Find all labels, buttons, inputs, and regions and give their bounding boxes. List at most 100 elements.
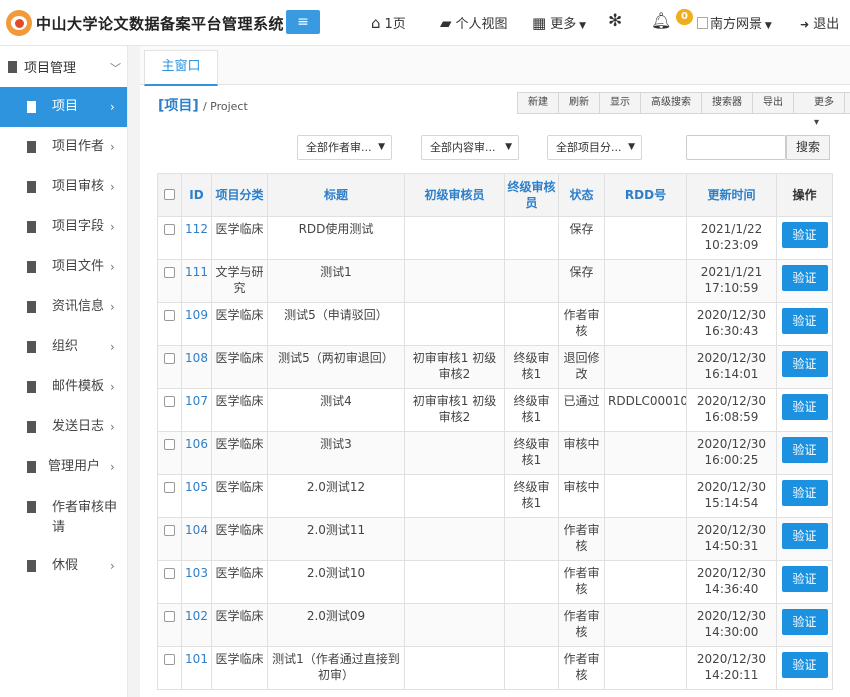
row-id[interactable]: 102 xyxy=(181,603,212,647)
sidebar-scrollbar[interactable] xyxy=(127,46,140,697)
verify-button[interactable]: 验证 xyxy=(781,609,828,635)
chevron-right-icon: › xyxy=(110,460,115,474)
sidebar-item-admin-users[interactable]: 管理用户 › xyxy=(0,447,127,487)
row-final-reviewer xyxy=(504,646,559,690)
more-button[interactable]: 更多 ▾ xyxy=(794,93,850,128)
row-checkbox[interactable] xyxy=(157,302,182,346)
col-final-reviewer[interactable]: 终级审核员 xyxy=(504,173,559,217)
sidebar-item-news[interactable]: 资讯信息 › xyxy=(0,287,127,327)
user-menu[interactable]: 南方网景 ▼ xyxy=(697,13,772,32)
sidebar-item-project-review[interactable]: 项目审核 › xyxy=(0,167,127,207)
display-button[interactable]: 显示 xyxy=(600,93,641,113)
col-rdd[interactable]: RDD号 xyxy=(604,173,687,217)
university-logo-icon xyxy=(6,10,32,36)
verify-button[interactable]: 验证 xyxy=(781,394,828,420)
row-final-reviewer: 终级审核1 xyxy=(504,474,559,518)
col-first-reviewer[interactable]: 初级审核员 xyxy=(404,173,505,217)
bell-icon[interactable]: 🔔︎ xyxy=(651,11,671,30)
row-checkbox[interactable] xyxy=(157,474,182,518)
row-final-reviewer xyxy=(504,517,559,561)
col-update-time[interactable]: 更新时间 xyxy=(686,173,777,217)
row-status: 作者审核 xyxy=(558,302,605,346)
verify-button[interactable]: 验证 xyxy=(781,308,828,334)
content-review-filter[interactable]: 全部内容审... ▼ xyxy=(421,135,519,160)
row-rdd xyxy=(604,302,687,346)
row-id[interactable]: 103 xyxy=(181,560,212,604)
row-action: 验证 xyxy=(776,474,833,518)
verify-button[interactable]: 验证 xyxy=(781,351,828,377)
tab-main-window[interactable]: 主窗口 xyxy=(144,50,218,86)
chevron-down-icon: ▼ xyxy=(762,21,772,31)
verify-button[interactable]: 验证 xyxy=(781,566,828,592)
col-id[interactable]: ID xyxy=(181,173,212,217)
col-status[interactable]: 状态 xyxy=(558,173,605,217)
row-id[interactable]: 105 xyxy=(181,474,212,518)
verify-button[interactable]: 验证 xyxy=(781,480,828,506)
sidebar-item-author-review-request[interactable]: 作者审核申请 xyxy=(0,487,127,547)
sidebar-item-project-fields[interactable]: 项目字段 › xyxy=(0,207,127,247)
refresh-button[interactable]: 刷新 xyxy=(559,93,600,113)
search-button[interactable]: 搜索 xyxy=(786,135,830,160)
sidebar-item-label: 休假 xyxy=(52,558,79,573)
row-checkbox[interactable] xyxy=(157,431,182,475)
export-button[interactable]: 导出 xyxy=(753,93,794,113)
row-first-reviewer: 初审审核1 初级审核2 xyxy=(404,345,505,389)
category-filter[interactable]: 全部项目分... ▼ xyxy=(547,135,642,160)
row-id[interactable]: 111 xyxy=(181,259,212,303)
sidebar-item-project[interactable]: 项目 › xyxy=(0,87,127,127)
row-id[interactable]: 106 xyxy=(181,431,212,475)
verify-button[interactable]: 验证 xyxy=(781,437,828,463)
checkbox-icon xyxy=(164,482,175,493)
document-icon xyxy=(27,341,36,353)
row-action: 验证 xyxy=(776,560,833,604)
sidebar-item-send-log[interactable]: 发送日志 › xyxy=(0,407,127,447)
row-checkbox[interactable] xyxy=(157,646,182,690)
author-filter-value: 全部作者审... xyxy=(306,141,372,154)
row-checkbox[interactable] xyxy=(157,259,182,303)
select-all-checkbox[interactable] xyxy=(157,173,182,217)
verify-button[interactable]: 验证 xyxy=(781,652,828,678)
row-checkbox[interactable] xyxy=(157,560,182,604)
more-menu[interactable]: ▦ 更多 ▼ xyxy=(532,13,586,32)
verify-button[interactable]: 验证 xyxy=(781,222,828,248)
searcher-button[interactable]: 搜索器 xyxy=(702,93,753,113)
row-checkbox[interactable] xyxy=(157,216,182,260)
row-id[interactable]: 107 xyxy=(181,388,212,432)
row-action: 验证 xyxy=(776,216,833,260)
row-checkbox[interactable] xyxy=(157,388,182,432)
row-id[interactable]: 104 xyxy=(181,517,212,561)
content-filter-value: 全部内容审... xyxy=(430,141,496,154)
verify-button[interactable]: 验证 xyxy=(781,523,828,549)
row-id[interactable]: 108 xyxy=(181,345,212,389)
sidebar-item-organization[interactable]: 组织 › xyxy=(0,327,127,367)
search-input[interactable] xyxy=(686,135,786,160)
row-final-reviewer: 终级审核1 xyxy=(504,431,559,475)
row-rdd xyxy=(604,517,687,561)
row-checkbox[interactable] xyxy=(157,517,182,561)
verify-button[interactable]: 验证 xyxy=(781,265,828,291)
row-id[interactable]: 101 xyxy=(181,646,212,690)
personal-view-link[interactable]: ▰ 个人视图 xyxy=(440,13,508,32)
col-title[interactable]: 标题 xyxy=(267,173,405,217)
sidebar-group-project-management[interactable]: 项目管理 ﹀ xyxy=(0,46,127,88)
home-icon: ⌂ xyxy=(371,14,381,32)
row-checkbox[interactable] xyxy=(157,603,182,647)
category-filter-value: 全部项目分... xyxy=(556,141,622,154)
row-id[interactable]: 112 xyxy=(181,216,212,260)
author-review-filter[interactable]: 全部作者审... ▼ xyxy=(297,135,392,160)
new-button[interactable]: 新建 xyxy=(518,93,559,113)
col-category[interactable]: 项目分类 xyxy=(211,173,268,217)
row-checkbox[interactable] xyxy=(157,345,182,389)
row-id[interactable]: 109 xyxy=(181,302,212,346)
home-link[interactable]: ⌂ 1页 xyxy=(371,13,406,32)
chevron-right-icon: › xyxy=(110,100,115,114)
sidebar-item-project-author[interactable]: 项目作者 › xyxy=(0,127,127,167)
logout-link[interactable]: ➜ 退出 xyxy=(800,13,839,32)
sidebar-item-email-templates[interactable]: 邮件模板 › xyxy=(0,367,127,407)
advanced-search-button[interactable]: 高级搜索 xyxy=(641,93,702,113)
sidebar-item-leave[interactable]: 休假 › xyxy=(0,546,127,586)
yelp-icon[interactable]: ✻ xyxy=(608,11,622,31)
row-status: 作者审核 xyxy=(558,560,605,604)
menu-toggle-button[interactable]: ≡ xyxy=(286,10,320,34)
sidebar-item-project-files[interactable]: 项目文件 › xyxy=(0,247,127,287)
